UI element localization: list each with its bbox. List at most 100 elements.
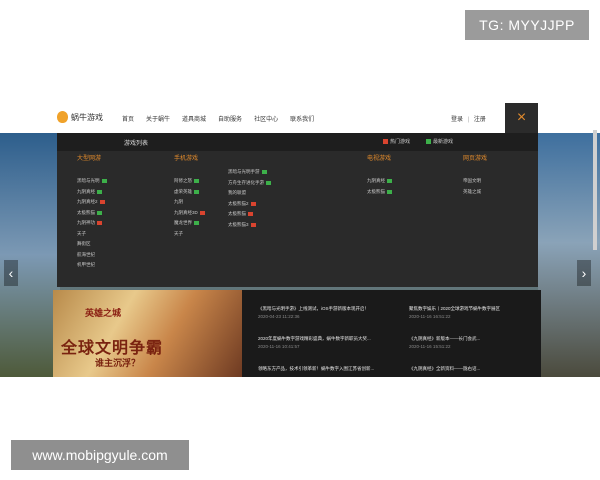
close-menu-button[interactable]: × [505,103,538,133]
hot-badge-icon [383,139,388,144]
game-link-label: 太极熊猫 [77,209,95,215]
nav-home[interactable]: 首页 [122,114,134,123]
game-list: 黑暗与光明手游 方舟生存进化手游 我的联盟太极熊猫2 太极熊猫太极熊猫3 [228,167,271,230]
user-links: 登录 | 注册 [451,114,486,123]
game-link[interactable]: 黑暗与光明手游 [228,167,271,178]
promo-slogan: 全球文明争霸 [61,340,164,357]
game-link-label: 我的联盟 [228,190,246,196]
nav-contact[interactable]: 联系我们 [290,114,314,123]
watermark-bottom: www.mobipgyule.com [11,440,189,470]
site-header: 蜗牛游戏 首页 关于蜗牛 道具商城 自助服务 社区中心 联系我们 登录 | 注册… [0,103,600,133]
game-column-heading: 大型网游 [77,156,102,162]
game-link-label: 方舟生存进化手游 [228,179,264,185]
main-nav: 首页 关于蜗牛 道具商城 自助服务 社区中心 联系我们 [122,114,314,123]
game-link[interactable]: 机甲世纪 [77,260,107,271]
new-badge-icon [194,179,199,184]
nav-community[interactable]: 社区中心 [254,114,278,123]
snail-logo-icon [57,111,68,123]
nav-self-service[interactable]: 自助服务 [218,114,242,123]
news-title: 2020年度蜗牛数字游戏精彩盛典，蜗牛数字新职员大奖... [258,336,371,341]
game-link-label: 九阴真经2 [77,199,98,205]
game-link[interactable]: 太极熊猫 [77,208,107,219]
news-item[interactable]: 2020年度蜗牛数字游戏精彩盛典，蜗牛数字新职员大奖... 2020-11-16… [258,336,394,349]
game-link[interactable]: 九阴神功 [77,218,107,229]
register-link[interactable]: 注册 [474,117,486,123]
new-badge-icon [101,179,107,184]
game-column: 电视游戏九阴真经 太极熊猫 [367,153,392,197]
new-badge-icon [266,180,271,185]
carousel-prev-button[interactable]: ‹ [4,260,18,286]
game-link[interactable]: 九阴真经2 [77,197,107,208]
game-link[interactable]: 英雄之城 [463,187,487,198]
news-item[interactable]: 领略东方产品，技术引领革新！蜗牛数字入围江苏省创新... [258,366,394,372]
game-link[interactable]: 九阴 [174,197,205,208]
hot-badge-icon [250,222,256,227]
news-panel: 《黑暗与光明手游》上线测试，iOS手游新版本现开启！ 2020-04-23 11… [242,290,541,377]
new-badge-icon [387,179,392,184]
game-link-label: 太极熊猫 [228,211,246,217]
game-link[interactable]: 阿修之怒 [174,176,205,187]
game-link[interactable]: 太极熊猫 [367,187,392,198]
game-link[interactable]: 太极熊猫 [228,209,271,220]
news-item[interactable]: 《九阴真经》新版本——长门会武... 2020-11-16 15:51:22 [409,336,539,349]
game-link[interactable]: 九阴真经 [77,187,107,198]
carousel-next-button[interactable]: › [577,260,591,286]
game-link[interactable]: 九阴真经 [367,176,392,187]
news-item[interactable]: 聚焦数字娱乐丨2020全球游戏节蜗牛数字展区 2020-11-16 16:51:… [409,306,539,319]
page-scrollbar[interactable] [593,130,597,250]
game-link[interactable]: 帝国文明 [463,176,487,187]
news-item[interactable]: 《黑暗与光明手游》上线测试，iOS手游新版本现开启！ 2020-04-23 11… [258,306,394,319]
game-link[interactable]: 太极熊猫2 [228,199,271,210]
game-link[interactable]: 舞街区 [77,239,107,250]
legend-hot-label: 热门游戏 [390,139,411,145]
game-column: 网页游戏 帝国文明 英雄之城 [463,153,487,197]
legend-hot: 热门游戏 [383,138,410,145]
news-date: 2020-11-16 16:51:22 [409,314,451,319]
game-link-label: 黑暗与光明 [77,178,100,184]
game-column-heading: 电视游戏 [367,156,392,162]
game-link-label: 英雄之城 [463,188,481,194]
hot-badge-icon [199,210,205,215]
game-list-title: 游戏列表 [124,141,149,147]
watermark-top: TG: MYYJJPP [465,10,589,40]
game-column: 大型网游黑暗与光明九阴真经九阴真经2 太极熊猫九阴神功 天子舞街区 航海世纪 机甲世纪 [77,153,107,271]
game-link[interactable]: 航海世纪 [77,250,107,261]
game-link-label: 太极熊猫 [367,188,385,194]
game-link-label: 天子 [77,230,86,236]
game-link-label: 帝国文明 [463,178,481,184]
chevron-left-icon: ‹ [8,265,14,281]
game-link-label: 九阴真经 [77,188,95,194]
game-list-dropdown: 游戏列表 热门游戏 最新游戏 大型网游 黑暗与光明 九阴真经 九阴真经2 太极熊猫 九阴神… [57,133,538,287]
site-logo[interactable]: 蜗牛游戏 [57,111,103,123]
game-link[interactable]: 黑暗与光明 [77,176,107,187]
game-link[interactable]: 方舟生存进化手游 [228,178,271,189]
game-link[interactable]: 虚荣英雄 [174,187,205,198]
game-link[interactable]: 我的联盟 [228,188,271,199]
game-link[interactable]: 天子 [77,229,107,240]
nav-shop[interactable]: 道具商城 [182,114,206,123]
nav-about[interactable]: 关于蜗牛 [146,114,170,123]
promo-subtitle: 谁主沉浮？ [95,358,141,368]
game-column: 黑暗与光明手游 方舟生存进化手游 我的联盟太极熊猫2 太极熊猫太极熊猫3 [228,153,271,230]
login-link[interactable]: 登录 [451,117,463,123]
banner-right-art [538,133,600,377]
banner-left-art [0,133,60,377]
game-link-label: 阿修之怒 [174,178,192,184]
game-column: 手机游戏阿修之怒虚荣英雄九阴 九阴真经3D 魔龙世界 天子 [174,153,205,239]
close-icon: × [516,109,527,126]
news-title: 《九阴真经》新版本——长门会武... [409,336,481,341]
legend-new-label: 最新游戏 [433,139,454,145]
news-item[interactable]: 《九阴真经》全新资料——陇右诏... [409,366,539,372]
game-column-heading: 手机游戏 [174,156,199,162]
game-link[interactable]: 九阴真经3D [174,208,205,219]
game-list: 帝国文明 英雄之城 [463,176,487,197]
game-link[interactable]: 天子 [174,229,205,240]
new-badge-icon [387,189,392,194]
game-link[interactable]: 太极熊猫3 [228,220,271,231]
promo-game-title: 英雄之城 [85,308,122,318]
promo-banner[interactable]: 英雄之城 全球文明争霸 谁主沉浮？ [53,290,242,377]
game-list: 黑暗与光明九阴真经九阴真经2 太极熊猫九阴神功 天子舞街区 航海世纪 机甲世纪 [77,176,107,271]
website-screenshot: 蜗牛游戏 首页 关于蜗牛 道具商城 自助服务 社区中心 联系我们 登录 | 注册… [0,103,600,377]
game-link[interactable]: 魔龙世界 [174,218,205,229]
game-link-label: 虚荣英雄 [174,188,192,194]
